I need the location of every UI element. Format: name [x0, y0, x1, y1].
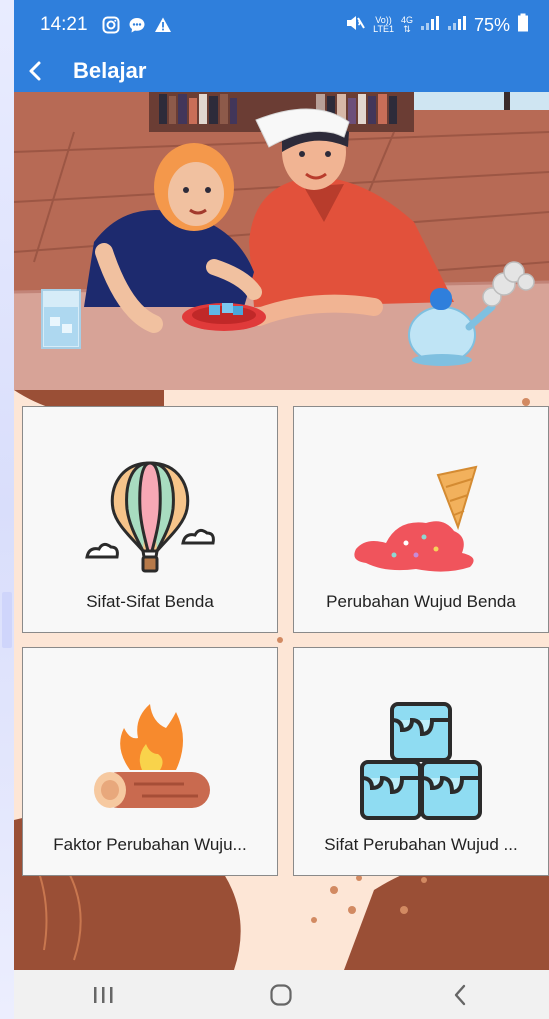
4g-icon: 4G ⇅: [400, 15, 413, 34]
ice-cubes-icon: [294, 698, 548, 828]
card-label: Sifat-Sifat Benda: [86, 592, 214, 611]
instagram-icon: [102, 16, 120, 34]
network-type: 4G: [400, 15, 413, 25]
status-right-group: Vo)) LTE1 4G ⇅ 75%: [344, 13, 529, 38]
menu-card-faktor-perubahan-wujud[interactable]: Faktor Perubahan Wuju...: [22, 647, 278, 876]
chat-icon: [128, 16, 146, 34]
campfire-icon: [23, 698, 277, 828]
signal-icon: [447, 15, 467, 36]
back-arrow-icon[interactable]: [16, 50, 56, 92]
hero-illustration: [14, 92, 549, 390]
card-label: Sifat Perubahan Wujud ...: [324, 835, 518, 854]
signal-icon: [420, 15, 440, 36]
edge-mark: [2, 592, 12, 648]
page-title: Belajar: [73, 58, 147, 83]
menu-card-sifat-perubahan-wujud[interactable]: Sifat Perubahan Wujud ...: [293, 647, 549, 876]
hot-air-balloon-icon: [23, 457, 277, 587]
menu-card-perubahan-wujud-benda[interactable]: Perubahan Wujud Benda: [293, 406, 549, 633]
app-bar: Belajar: [14, 50, 549, 92]
system-nav-bar: [14, 970, 549, 1019]
nav-back-icon[interactable]: [430, 975, 490, 1015]
volte-bottom: LTE1: [373, 24, 394, 34]
recent-apps-icon[interactable]: [73, 975, 133, 1015]
battery-percent: 75%: [473, 14, 510, 35]
volte-icon: Vo)) LTE1: [373, 16, 394, 34]
melted-ice-cream-icon: [294, 457, 548, 587]
home-icon[interactable]: [251, 975, 311, 1015]
card-label: Faktor Perubahan Wuju...: [53, 835, 247, 854]
warning-icon: [154, 16, 172, 34]
mute-icon: [344, 14, 366, 37]
battery-icon: [517, 13, 529, 38]
status-time: 14:21: [40, 14, 88, 35]
left-edge-strip: [0, 0, 14, 1019]
status-bar: 14:21 Vo)) LTE1 4G ⇅ 75%: [14, 0, 549, 50]
menu-card-sifat-sifat-benda[interactable]: Sifat-Sifat Benda: [22, 406, 278, 633]
card-label: Perubahan Wujud Benda: [326, 592, 516, 611]
phone-screen: 14:21 Vo)) LTE1 4G ⇅ 75% Belajar Sifat-S…: [14, 0, 549, 1019]
